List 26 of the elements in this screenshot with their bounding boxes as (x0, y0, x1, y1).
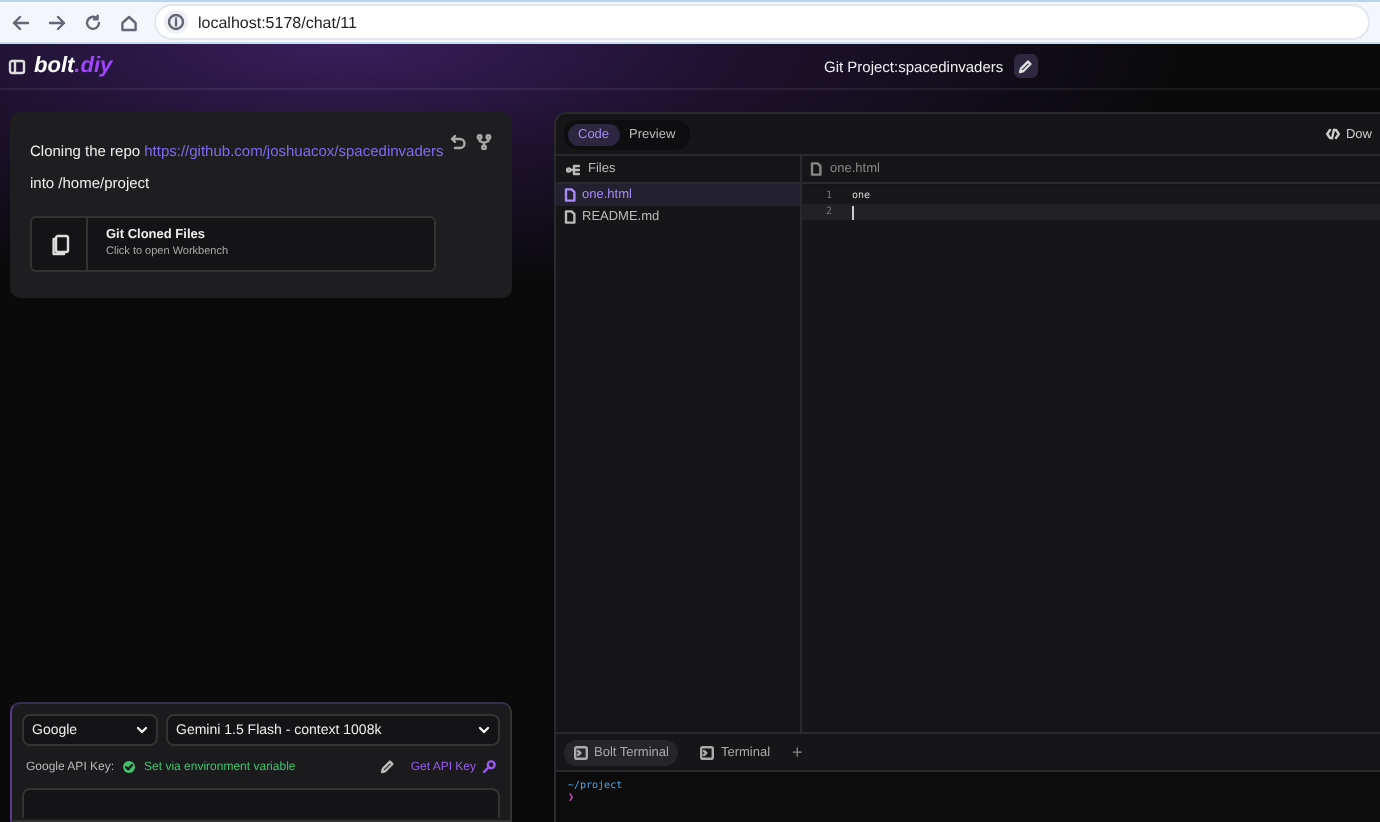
pencil-icon (1018, 59, 1033, 73)
fork-icon[interactable] (476, 134, 492, 150)
url-text: localhost:5178/chat/11 (198, 13, 357, 31)
chevron-down-icon (478, 726, 490, 734)
check-circle-icon (122, 760, 137, 774)
text-cursor (852, 205, 854, 219)
prompt-input[interactable] (22, 788, 500, 818)
home-icon[interactable] (120, 13, 138, 31)
undo-icon[interactable] (450, 134, 466, 150)
logo: bolt.diy (34, 54, 113, 78)
address-bar[interactable]: localhost:5178/chat/11 (156, 6, 1368, 38)
back-icon[interactable] (12, 13, 30, 31)
file-icon (810, 162, 822, 176)
forward-icon[interactable] (48, 13, 66, 31)
files-icon (49, 233, 69, 255)
code-icon (1325, 128, 1340, 140)
edit-button[interactable] (1013, 54, 1038, 78)
info-icon[interactable] (164, 10, 188, 34)
terminal-icon (574, 745, 588, 759)
add-terminal-button[interactable]: + (792, 742, 803, 762)
reload-icon[interactable] (84, 13, 102, 31)
sidebar-icon[interactable] (8, 57, 26, 75)
pencil-icon[interactable] (380, 760, 395, 774)
terminal-icon (700, 745, 715, 759)
chevron-down-icon (136, 726, 148, 734)
tree-icon (566, 163, 580, 175)
